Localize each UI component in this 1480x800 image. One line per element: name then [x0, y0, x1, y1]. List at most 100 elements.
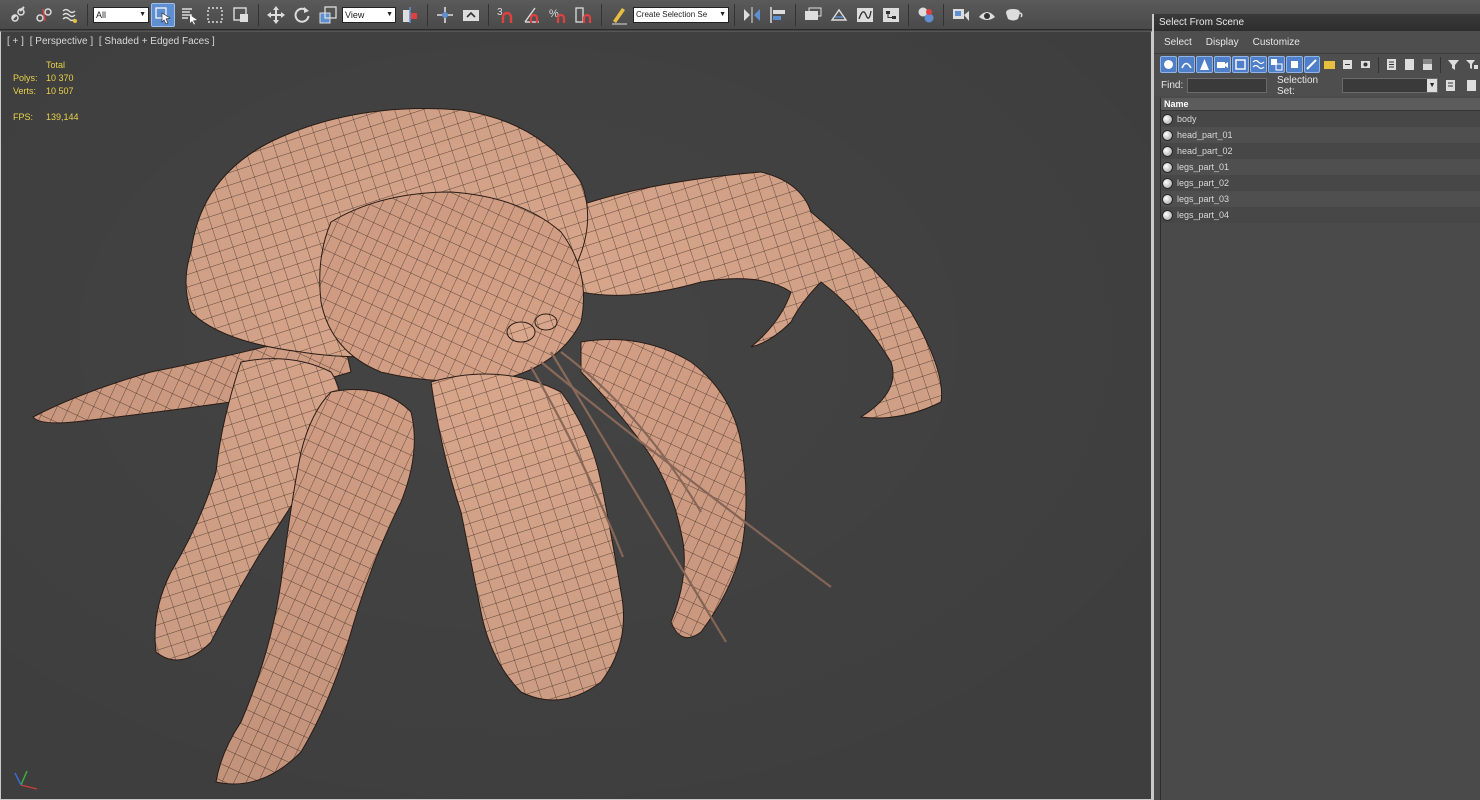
rendered-frame-window-icon[interactable]	[975, 3, 999, 27]
display-groups-icon[interactable]	[1267, 56, 1285, 73]
object-name: legs_part_04	[1177, 210, 1230, 220]
edit-named-selection-icon[interactable]	[607, 3, 631, 27]
save-selection-set-icon[interactable]	[1442, 77, 1459, 94]
select-and-link-icon[interactable]	[6, 3, 30, 27]
filter-icon[interactable]	[1445, 56, 1462, 73]
menu-customize[interactable]: Customize	[1253, 37, 1300, 48]
snaps-toggle-icon[interactable]: 3	[494, 3, 518, 27]
find-input[interactable]	[1187, 78, 1267, 93]
display-space-warps-icon[interactable]	[1249, 56, 1267, 73]
viewport-general-menu[interactable]: [ + ]	[7, 36, 24, 47]
fps-value: 139,144	[46, 112, 79, 122]
toolbar-separator	[601, 3, 602, 26]
object-name: legs_part_02	[1177, 178, 1230, 188]
named-selection-placeholder: Create Selection Se	[636, 10, 708, 19]
keyboard-shortcut-override-icon[interactable]	[459, 3, 483, 27]
display-bones-icon[interactable]	[1303, 56, 1321, 73]
panel-menu-bar: Select Display Customize	[1154, 31, 1480, 53]
curve-editor-icon[interactable]	[853, 3, 877, 27]
display-hidden-icon[interactable]	[1357, 56, 1374, 73]
select-none-icon[interactable]	[1401, 56, 1418, 73]
select-object-icon[interactable]	[151, 2, 175, 27]
window-crossing-icon[interactable]	[229, 3, 253, 27]
render-production-icon[interactable]	[1001, 3, 1025, 27]
toolbar-separator	[734, 3, 735, 26]
selection-filter-dropdown[interactable]: All ▼	[93, 6, 149, 23]
toolbar-separator	[1378, 56, 1380, 73]
selection-set-label: Selection Set:	[1276, 74, 1319, 97]
selection-filter-value: All	[96, 9, 107, 20]
list-item[interactable]: head_part_01	[1161, 127, 1480, 143]
mirror-icon[interactable]	[740, 3, 764, 27]
find-label: Find:	[1161, 80, 1184, 91]
list-item[interactable]: legs_part_04	[1161, 207, 1480, 223]
display-frozen-icon[interactable]	[1339, 56, 1356, 73]
geometry-object-icon	[1162, 113, 1173, 125]
display-geometry-icon[interactable]	[1160, 56, 1177, 73]
toolbar-separator	[795, 3, 796, 26]
selection-set-dropdown[interactable]: ▼	[1342, 78, 1439, 93]
select-and-manipulate-icon[interactable]	[433, 3, 457, 27]
viewport-label-menu[interactable]: [ + ] [ Perspective ] [ Shaded + Edged F…	[7, 36, 218, 47]
display-cameras-icon[interactable]	[1213, 56, 1231, 73]
menu-display[interactable]: Display	[1206, 37, 1239, 48]
select-and-move-icon[interactable]	[264, 3, 288, 27]
menu-select[interactable]: Select	[1164, 37, 1192, 48]
list-item[interactable]: head_part_02	[1161, 143, 1480, 159]
display-shapes-icon[interactable]	[1177, 56, 1195, 73]
schematic-view-icon[interactable]	[879, 3, 903, 27]
percent-snap-toggle-icon[interactable]: %	[546, 3, 570, 27]
list-item[interactable]: body	[1161, 111, 1480, 127]
object-name: legs_part_03	[1177, 194, 1230, 204]
select-all-icon[interactable]	[1383, 56, 1400, 73]
verts-value: 10 507	[46, 86, 74, 96]
scene-object-list: Name body head_part_01 head_part_02 legs…	[1160, 98, 1480, 800]
edit-selection-set-icon[interactable]	[1463, 77, 1480, 94]
angle-snap-toggle-icon[interactable]	[520, 3, 544, 27]
panel-title: Select From Scene	[1159, 17, 1245, 28]
select-invert-icon[interactable]	[1419, 56, 1436, 73]
select-by-name-icon[interactable]	[177, 3, 201, 27]
filter-options-icon[interactable]	[1463, 56, 1480, 73]
graphite-modeling-tools-icon[interactable]	[827, 3, 851, 27]
panel-find-row: Find: Selection Set: ▼	[1154, 74, 1480, 97]
list-item[interactable]: legs_part_03	[1161, 191, 1480, 207]
list-item[interactable]: legs_part_02	[1161, 175, 1480, 191]
reference-coordinate-dropdown[interactable]: View ▼	[342, 6, 396, 23]
select-from-scene-panel: Select From Scene Select Display Customi…	[1152, 14, 1480, 800]
rectangular-selection-region-icon[interactable]	[203, 3, 227, 27]
viewport-statistics: Total Polys: 10 370 Verts: 10 507 FPS: 139,…	[13, 59, 79, 124]
axis-tripod-icon	[14, 770, 38, 790]
hermit-crab-wireframe-model[interactable]	[1, 32, 1151, 799]
display-helpers-icon[interactable]	[1231, 56, 1249, 73]
display-containers-icon[interactable]	[1321, 56, 1338, 73]
viewport-point-of-view-menu[interactable]: [ Perspective ]	[30, 36, 93, 47]
unlink-selection-icon[interactable]	[32, 3, 56, 27]
stats-total-header: Total	[46, 60, 66, 70]
select-and-scale-icon[interactable]	[316, 3, 340, 27]
panel-title-bar[interactable]: Select From Scene	[1154, 14, 1480, 31]
viewport-shading-menu[interactable]: [ Shaded + Edged Faces ]	[99, 36, 215, 47]
geometry-object-icon	[1162, 209, 1173, 221]
align-icon[interactable]	[766, 3, 790, 27]
display-xrefs-icon[interactable]	[1285, 56, 1303, 73]
column-header-name[interactable]: Name	[1161, 98, 1480, 111]
pivot-point-center-icon[interactable]	[398, 3, 422, 27]
chevron-down-icon: ▼	[1427, 79, 1438, 92]
render-setup-icon[interactable]	[949, 3, 973, 27]
panel-display-toolbar	[1154, 53, 1480, 75]
list-item[interactable]: legs_part_01	[1161, 159, 1480, 175]
geometry-object-icon	[1162, 177, 1173, 189]
bind-to-space-warp-icon[interactable]	[58, 3, 82, 27]
geometry-object-icon	[1162, 145, 1173, 157]
verts-label: Verts:	[13, 86, 37, 96]
material-editor-icon[interactable]	[914, 3, 938, 27]
toolbar-separator	[427, 3, 428, 26]
select-and-rotate-icon[interactable]	[290, 3, 314, 27]
display-lights-icon[interactable]	[1195, 56, 1213, 73]
spinner-snap-toggle-icon[interactable]	[572, 3, 596, 27]
object-name: legs_part_01	[1177, 162, 1230, 172]
manage-layers-icon[interactable]	[801, 3, 825, 27]
perspective-viewport[interactable]: [ + ] [ Perspective ] [ Shaded + Edged F…	[0, 31, 1152, 800]
named-selection-sets-dropdown[interactable]: Create Selection Se ▼	[633, 6, 729, 23]
